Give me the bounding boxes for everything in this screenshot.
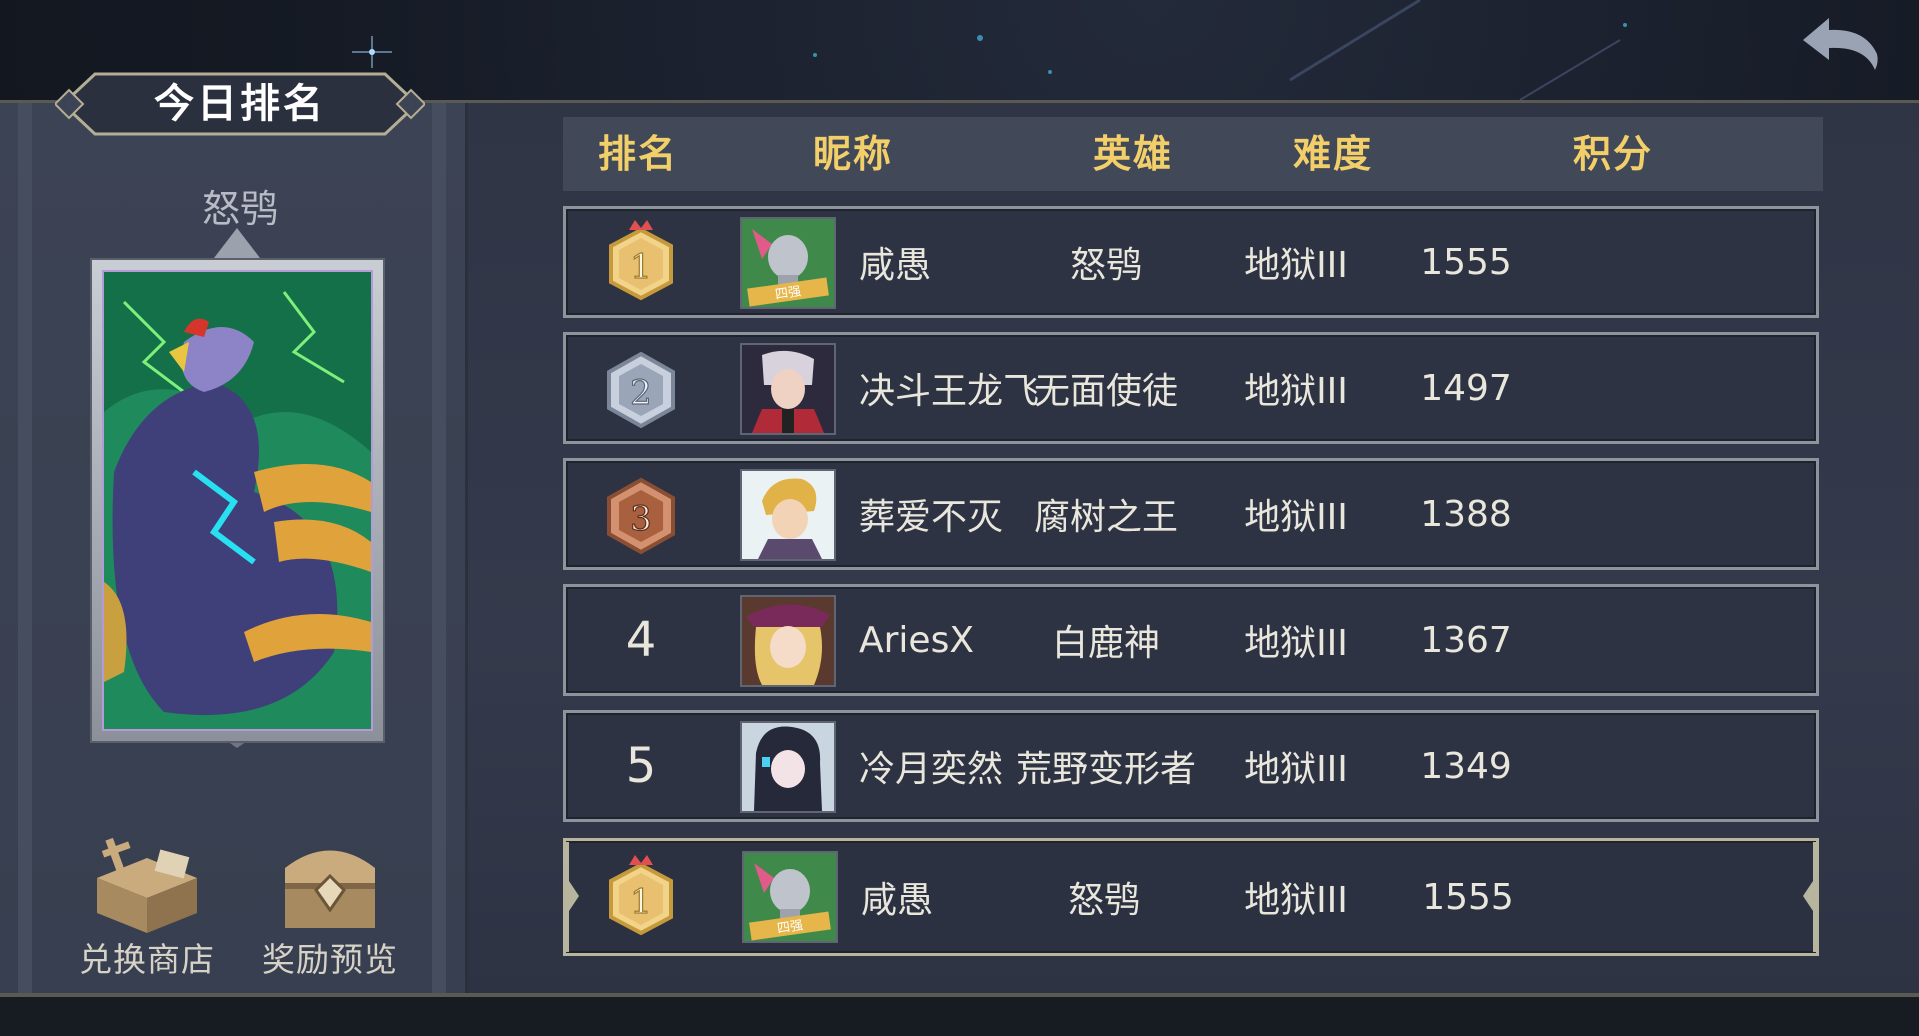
rank-cell: 2	[566, 335, 716, 441]
player-hero: 怒鸮	[1069, 245, 1142, 286]
svg-text:1: 1	[630, 882, 652, 922]
shop-icon	[97, 837, 197, 933]
svg-text:3: 3	[630, 499, 652, 539]
svg-text:2: 2	[630, 373, 652, 413]
rank-1-medal-icon: 1	[609, 220, 673, 301]
column-score: 积分	[1572, 132, 1653, 176]
back-button[interactable]	[1795, 14, 1885, 76]
player-hero: 腐树之王	[1033, 497, 1178, 538]
player-avatar	[740, 595, 836, 687]
ranking-row[interactable]: 5 冷月奕然 荒野变形者 地狱III 1349	[563, 710, 1819, 822]
svg-text:1: 1	[630, 247, 652, 287]
player-score: 1497	[1420, 367, 1512, 409]
player-score: 1349	[1420, 745, 1512, 787]
hero-card[interactable]	[90, 228, 385, 748]
ranking-row[interactable]: 2 决斗王龙飞 无面使徒 地狱III 1497	[563, 332, 1819, 444]
column-rank: 排名	[597, 132, 678, 176]
column-nickname: 昵称	[812, 132, 893, 176]
my-ranking-row[interactable]: 1 四强 咸愚 怒鸮 地狱III 1555	[563, 838, 1819, 956]
panel-rail	[432, 103, 446, 993]
exchange-shop-label: 兑换商店	[79, 940, 215, 979]
player-hero: 白鹿神	[1051, 623, 1160, 664]
player-avatar	[740, 469, 836, 561]
rank-1-medal-icon: 1	[609, 855, 673, 936]
back-arrow-icon	[1803, 18, 1878, 70]
rank-cell: 1	[566, 209, 716, 315]
player-score: 1555	[1420, 241, 1512, 283]
rank-3-medal-icon: 3	[607, 477, 675, 555]
rank-number: 5	[625, 738, 657, 794]
player-score: 1555	[1422, 876, 1514, 918]
hero-name: 怒鸮	[201, 187, 278, 231]
rank-number: 4	[625, 612, 657, 668]
player-score: 1367	[1420, 619, 1512, 661]
reward-preview-button[interactable]: 奖励预览	[250, 828, 410, 979]
column-hero: 英雄	[1092, 132, 1173, 176]
rank-2-medal-icon: 2	[607, 351, 675, 429]
player-hero: 怒鸮	[1067, 880, 1140, 921]
player-hero: 荒野变形者	[1015, 749, 1196, 790]
page-title: 今日排名	[154, 81, 326, 127]
treasure-chest-icon	[285, 850, 375, 928]
hero-portrait	[102, 270, 373, 731]
bottom-strip	[0, 997, 1919, 1036]
player-hero: 无面使徒	[1033, 371, 1178, 412]
player-avatar	[740, 343, 836, 435]
panel-rail	[18, 103, 32, 993]
title-banner: 今日排名	[55, 70, 425, 138]
player-avatar: 四强	[742, 851, 838, 943]
player-avatar: 四强	[740, 217, 836, 309]
rank-cell: 3	[566, 461, 716, 567]
exchange-shop-button[interactable]: 兑换商店	[67, 828, 227, 979]
rank-cell: 1	[566, 841, 716, 953]
player-score: 1388	[1420, 493, 1512, 535]
reward-preview-label: 奖励预览	[262, 940, 398, 979]
ranking-row[interactable]: 4 AriesX 白鹿神 地狱III 1367	[563, 584, 1819, 696]
column-difficulty: 难度	[1292, 132, 1373, 176]
ranking-table-header: 排名 昵称 英雄 难度 积分	[563, 117, 1823, 191]
ranking-row[interactable]: 1 四强 咸愚 怒鸮 地狱III 1555	[563, 206, 1819, 318]
player-avatar	[740, 721, 836, 813]
ranking-row[interactable]: 3 葬爱不灭 腐树之王 地狱III 1388	[563, 458, 1819, 570]
